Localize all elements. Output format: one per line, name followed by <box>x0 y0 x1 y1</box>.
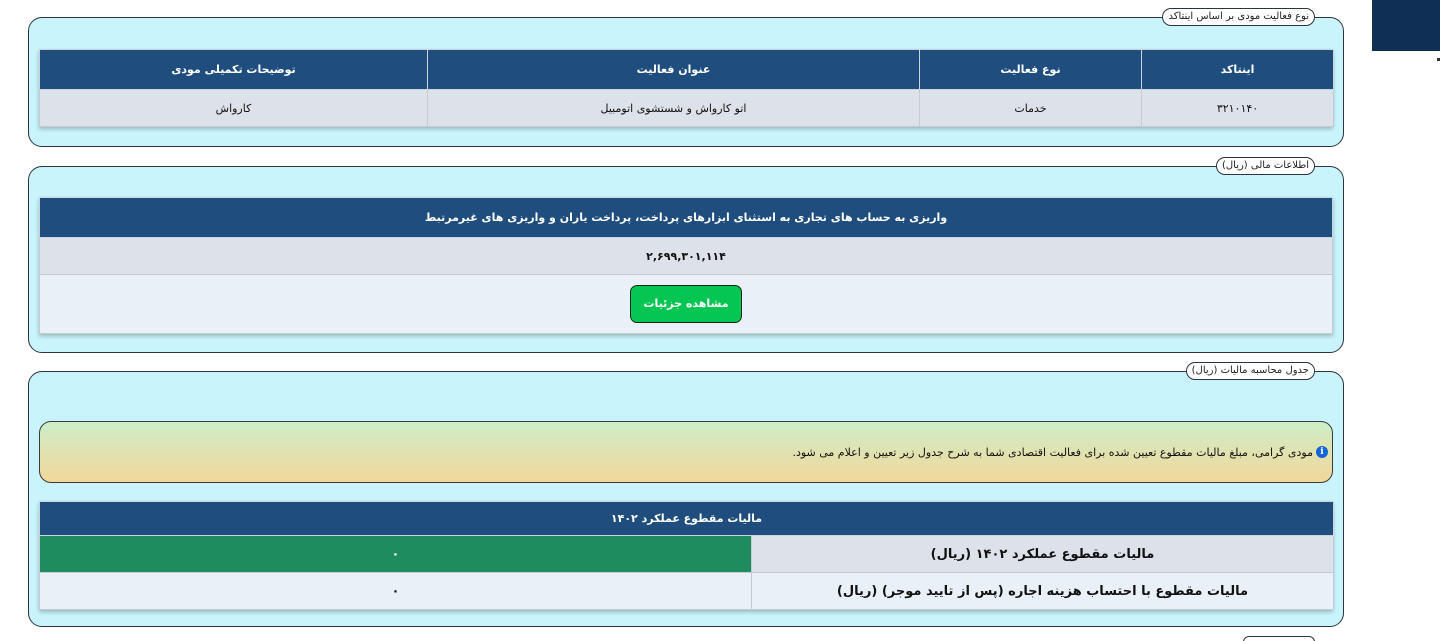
tax-table: مالیات مقطوع عملکرد ۱۴۰۲ مالیات مقطوع عم… <box>39 501 1334 610</box>
tax-row-value: ۰ <box>39 535 752 573</box>
next-panel-title-stub <box>1243 636 1315 641</box>
tax-row-label: مالیات مقطوع با احتساب هزینه اجاره (پس ا… <box>751 572 1334 610</box>
deposit-amount: ۲,۶۹۹,۳۰۱,۱۱۴ <box>39 237 1333 275</box>
view-details-button[interactable]: مشاهده جزئیات <box>630 285 742 323</box>
activity-panel-title: نوع فعالیت مودی بر اساس اینتاکد <box>1162 8 1315 26</box>
table-row: مالیات مقطوع عملکرد ۱۴۰۲ (ریال) ۰ <box>39 535 1334 573</box>
cell-activity-type: خدمات <box>919 89 1142 127</box>
financial-panel-title: اطلاعات مالی (ریال) <box>1215 157 1315 175</box>
table-row: ۳۲۱۰۱۴۰ خدمات اتو کارواش و شستشوی اتومبی… <box>39 89 1334 127</box>
info-icon: i <box>1316 446 1328 458</box>
tax-row-value: ۰ <box>39 572 752 610</box>
table-row: مالیات مقطوع با احتساب هزینه اجاره (پس ا… <box>39 572 1334 610</box>
tax-table-wrap: مالیات مقطوع عملکرد ۱۴۰۲ مالیات مقطوع عم… <box>39 501 1334 610</box>
table-row: ۲,۶۹۹,۳۰۱,۱۱۴ <box>39 237 1333 275</box>
header-activity-title: عنوان فعالیت <box>427 49 920 90</box>
activity-panel: نوع فعالیت مودی بر اساس اینتاکد اینتاکد … <box>28 8 1344 147</box>
financial-panel: اطلاعات مالی (ریال) واریزی به حساب های ت… <box>28 157 1344 353</box>
corner-block <box>1372 0 1440 51</box>
tax-panel: جدول محاسبه مالیات (ریال) i مودی گرامی، … <box>28 362 1344 627</box>
cell-intacode: ۳۲۱۰۱۴۰ <box>1141 89 1334 127</box>
activity-table-wrap: اینتاکد نوع فعالیت عنوان فعالیت توضیحات … <box>39 49 1334 127</box>
tax-row-label: مالیات مقطوع عملکرد ۱۴۰۲ (ریال) <box>751 535 1334 573</box>
tax-panel-title: جدول محاسبه مالیات (ریال) <box>1185 362 1315 380</box>
financial-table: واریزی به حساب های تجاری به استثنای ابزا… <box>39 197 1333 334</box>
header-extra-desc: توضیحات تکمیلی مودی <box>39 49 428 90</box>
cell-activity-title: اتو کارواش و شستشوی اتومبیل <box>427 89 920 127</box>
header-intacode: اینتاکد <box>1141 49 1334 90</box>
tax-notice: i مودی گرامی، مبلغ مالیات مقطوع تعیین شد… <box>39 421 1333 483</box>
activity-table: اینتاکد نوع فعالیت عنوان فعالیت توضیحات … <box>39 49 1334 127</box>
deposit-header: واریزی به حساب های تجاری به استثنای ابزا… <box>39 197 1333 238</box>
header-activity-type: نوع فعالیت <box>919 49 1142 90</box>
tax-table-header: مالیات مقطوع عملکرد ۱۴۰۲ <box>39 501 1334 536</box>
table-row: مشاهده جزئیات <box>39 274 1333 334</box>
tax-notice-text: مودی گرامی، مبلغ مالیات مقطوع تعیین شده … <box>792 445 1313 459</box>
cell-extra-desc: کارواش <box>39 89 428 127</box>
financial-table-wrap: واریزی به حساب های تجاری به استثنای ابزا… <box>39 197 1333 334</box>
details-button-cell: مشاهده جزئیات <box>39 274 1333 334</box>
